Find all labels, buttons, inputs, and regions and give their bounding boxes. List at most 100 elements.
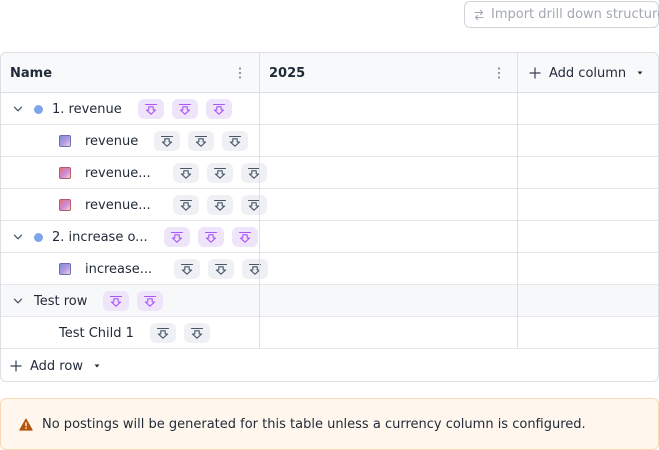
- arrow-down-icon: [156, 327, 169, 339]
- expand-toggle[interactable]: [10, 293, 26, 309]
- arrow-down-icon: [213, 167, 226, 179]
- drill-down-button[interactable]: [103, 291, 130, 311]
- drill-down-button[interactable]: [183, 323, 210, 343]
- row-name-cell: revenue...: [59, 189, 267, 221]
- row-label: revenue...: [85, 197, 151, 213]
- drill-down-button[interactable]: [172, 195, 199, 215]
- row-dot-icon: [34, 232, 43, 242]
- add-column-button[interactable]: Add column: [529, 53, 644, 93]
- chevron-down-icon: [13, 298, 23, 304]
- add-row-label: Add row: [30, 358, 83, 374]
- table-row[interactable]: Test Child 1: [1, 317, 658, 349]
- arrow-down-icon: [181, 263, 194, 275]
- drill-down-button[interactable]: [171, 99, 198, 119]
- table-row[interactable]: revenue...: [1, 189, 658, 221]
- warning-text: No postings will be generated for this t…: [42, 416, 586, 432]
- table-row[interactable]: 1. revenue: [1, 93, 658, 125]
- chevron-down-icon: [13, 234, 23, 240]
- arrow-down-icon: [179, 199, 192, 211]
- column-menu-icon[interactable]: [496, 66, 502, 80]
- drill-down-button[interactable]: [174, 259, 201, 279]
- image-thumbnail-icon: [59, 199, 71, 211]
- import-drill-down-label: Import drill down structure: [491, 7, 659, 22]
- drill-down-button[interactable]: [163, 227, 190, 247]
- column-menu-icon[interactable]: [237, 66, 243, 80]
- column-divider: [517, 53, 518, 349]
- row-dot-icon: [34, 104, 43, 114]
- add-column-label: Add column: [549, 65, 627, 81]
- image-thumbnail-icon: [59, 263, 71, 275]
- drill-down-button[interactable]: [188, 131, 215, 151]
- drill-down-button[interactable]: [149, 323, 176, 343]
- drill-down-button[interactable]: [240, 195, 267, 215]
- drill-down-button[interactable]: [208, 259, 235, 279]
- drill-down-table: Name 2025 Add column 1. revenue revenue re…: [0, 52, 659, 382]
- arrow-down-icon: [195, 135, 208, 147]
- drill-down-button[interactable]: [206, 163, 233, 183]
- drill-down-button[interactable]: [137, 291, 164, 311]
- arrow-down-icon: [190, 327, 203, 339]
- row-label: increase...: [85, 261, 153, 277]
- image-thumbnail-icon: [59, 167, 71, 179]
- currency-warning-banner: No postings will be generated for this t…: [0, 398, 659, 450]
- plus-icon: [529, 67, 541, 79]
- arrow-down-icon: [213, 199, 226, 211]
- drill-down-button[interactable]: [154, 131, 181, 151]
- drill-down-button[interactable]: [231, 227, 258, 247]
- arrow-down-icon: [144, 103, 157, 115]
- drill-down-button[interactable]: [172, 163, 199, 183]
- arrow-down-icon: [215, 263, 228, 275]
- row-name-cell: 1. revenue: [10, 93, 232, 125]
- column-divider: [259, 53, 260, 349]
- drill-down-button[interactable]: [242, 259, 269, 279]
- arrow-down-icon: [170, 231, 183, 243]
- table-row[interactable]: revenue...: [1, 157, 658, 189]
- column-header-2025: 2025: [269, 65, 306, 81]
- arrow-down-icon: [110, 295, 123, 307]
- drill-down-button[interactable]: [197, 227, 224, 247]
- table-header: Name 2025 Add column: [1, 53, 658, 93]
- row-label: 2. increase o...: [52, 229, 148, 245]
- row-name-cell: increase...: [59, 253, 269, 285]
- table-row[interactable]: 2. increase o...: [1, 221, 658, 253]
- caret-down-icon: [94, 364, 100, 368]
- plus-icon: [10, 360, 22, 372]
- arrow-down-icon: [204, 231, 217, 243]
- expand-toggle[interactable]: [10, 101, 26, 117]
- arrow-down-icon: [178, 103, 191, 115]
- table-row[interactable]: increase...: [1, 253, 658, 285]
- arrow-down-icon: [229, 135, 242, 147]
- arrow-down-icon: [212, 103, 225, 115]
- table-row[interactable]: Test row: [1, 285, 658, 317]
- chevron-down-icon: [13, 106, 23, 112]
- swap-arrows-icon: [474, 9, 484, 20]
- expand-toggle[interactable]: [10, 229, 26, 245]
- row-name-cell: 2. increase o...: [10, 221, 258, 253]
- caret-down-icon: [637, 71, 643, 75]
- arrow-down-icon: [179, 167, 192, 179]
- row-label: revenue: [85, 133, 139, 149]
- add-row-button[interactable]: Add row: [1, 349, 658, 381]
- warning-triangle-icon: [19, 417, 33, 431]
- row-label: Test Child 1: [59, 325, 134, 341]
- arrow-down-icon: [161, 135, 174, 147]
- drill-down-button[interactable]: [240, 163, 267, 183]
- table-row[interactable]: revenue: [1, 125, 658, 157]
- row-name-cell: revenue: [59, 125, 249, 157]
- row-label: Test row: [34, 293, 88, 309]
- row-label: 1. revenue: [52, 101, 122, 117]
- row-name-cell: revenue...: [59, 157, 267, 189]
- row-name-cell: Test Child 1: [59, 317, 210, 349]
- arrow-down-icon: [144, 295, 157, 307]
- drill-down-button[interactable]: [137, 99, 164, 119]
- row-label: revenue...: [85, 165, 151, 181]
- import-drill-down-button[interactable]: Import drill down structure: [464, 1, 659, 28]
- arrow-down-icon: [249, 263, 262, 275]
- drill-down-button[interactable]: [222, 131, 249, 151]
- column-header-name: Name: [10, 65, 53, 81]
- drill-down-button[interactable]: [206, 195, 233, 215]
- drill-down-button[interactable]: [205, 99, 232, 119]
- image-thumbnail-icon: [59, 135, 71, 147]
- arrow-down-icon: [238, 231, 251, 243]
- row-name-cell: Test row: [10, 285, 164, 317]
